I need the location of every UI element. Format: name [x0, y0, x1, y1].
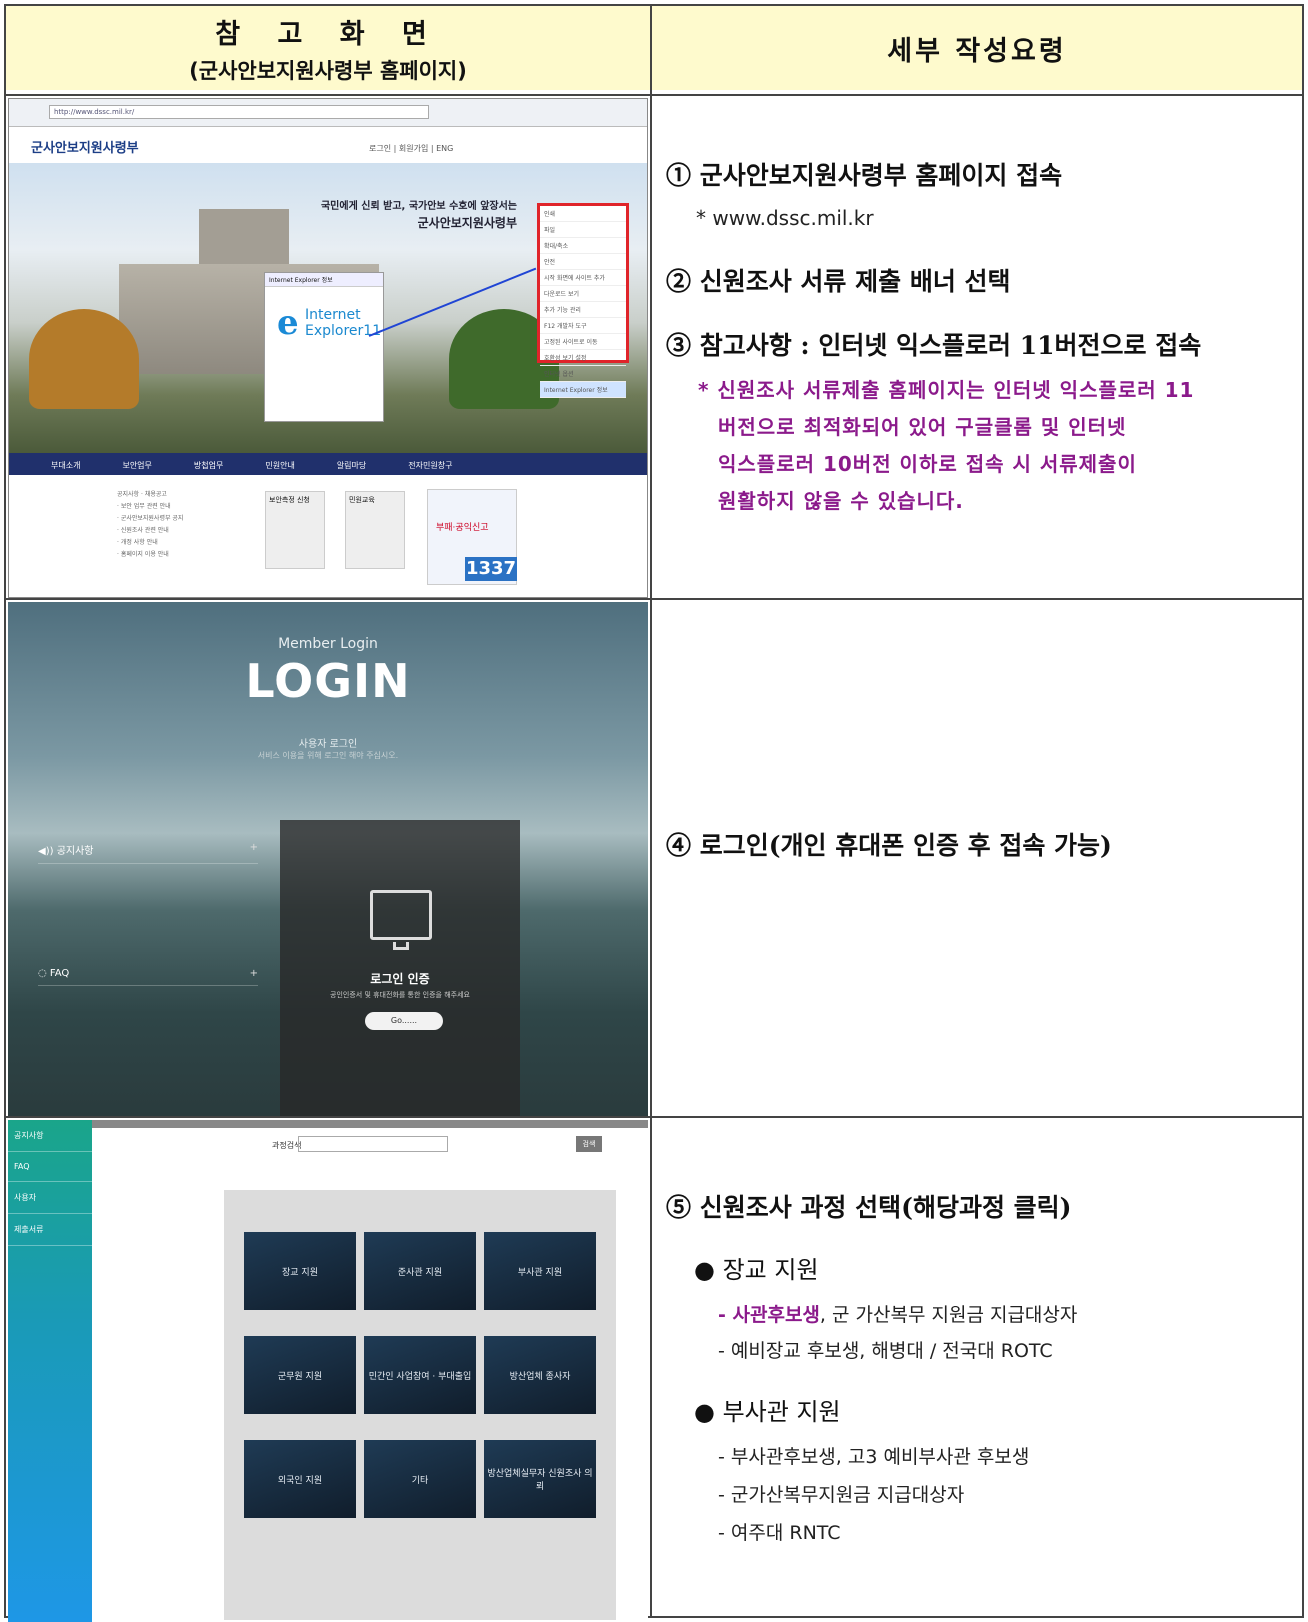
sidebar-item-user: 사용자 — [8, 1182, 92, 1214]
news-list: 공지사항 · 채용공고 · 보안 업무 관련 안내 · 군사안보지원사령부 공지 · … — [117, 491, 184, 558]
course-officer: 장교 지원 — [244, 1232, 356, 1310]
course-search-input — [298, 1136, 448, 1152]
ie-warning: * 신원조사 서류제출 홈페이지는 인터넷 익스플로러 11 버전으로 최적화되… — [698, 372, 1282, 520]
popup-titlebar: Internet Explorer 정보 — [265, 273, 383, 287]
header-right-cell: 세부 작성요령 — [652, 6, 1302, 90]
officer-line-1-rest: , 군 가산복무 지원금 지급대상자 — [819, 1304, 1078, 1326]
monitor-user-icon — [370, 890, 432, 940]
officer-line-1-highlight: 사관후보생 — [732, 1304, 820, 1326]
header-right-title: 세부 작성요령 — [887, 35, 1067, 67]
plus-icon: + — [249, 968, 258, 979]
warning-line-3: 익스플로러 10버전 이하로 접속 시 서류제출이 — [718, 452, 1137, 476]
faq-link: ◌ FAQ + — [38, 968, 258, 986]
step-5: ⑤ 신원조사 과정 선택(해당과정 클릭) — [666, 1193, 1072, 1222]
hotline-banner: 1337 — [465, 557, 517, 581]
table-header: 참 고 화 면 (군사안보지원사령부 홈페이지) 세부 작성요령 — [6, 6, 1302, 90]
login-auth-card: 로그인 인증 공인인증서 및 휴대전화를 통한 인증을 해주세요 Go.....… — [280, 820, 520, 1116]
header-left-title: 참 고 화 면 — [215, 19, 441, 50]
sidebar-item-docs: 제출서류 — [8, 1214, 92, 1246]
homepage-screenshot: http://www.dssc.mil.kr/ 군사안보지원사령부 로그인 | … — [8, 98, 648, 598]
login-screenshot: Member Login LOGIN 사용자 로그인 서비스 이용을 위해 로그… — [8, 602, 648, 1116]
chat-icon: ◌ — [38, 968, 47, 979]
main-nav: 부대소개 보안업무 방첩업무 민원안내 알림마당 전자민원창구 — [9, 453, 647, 475]
ie-version-popup: Internet Explorer 정보 e Internet Explorer… — [264, 272, 384, 422]
course-select-screenshot: 공지사항 FAQ 사용자 제출서류 과정검색 검색 장교 지원 준사관 지원 부… — [8, 1120, 648, 1622]
officer-line-1: - 사관후보생, 군 가산복무 지원금 지급대상자 — [718, 1300, 1077, 1327]
course-defense-practitioner: 방산업체실무자 신원조사 의뢰 — [484, 1440, 596, 1518]
hero-slogan: 국민에게 신뢰 받고, 국가안보 수호에 앞장서는 군사안보지원사령부 — [321, 199, 517, 231]
course-nco: 부사관 지원 — [484, 1232, 596, 1310]
warning-line-2: 버전으로 최적화되어 있어 구글클롬 및 인터넷 — [718, 415, 1127, 439]
course-search-button: 검색 — [576, 1136, 602, 1152]
column-divider — [650, 6, 652, 1616]
faq-label: FAQ — [49, 968, 70, 979]
ie-tools-menu-highlight: 인쇄 파일 확대/축소 안전 시작 화면에 사이트 추가 다운로드 보기 추가 기능 관리 F… — [537, 203, 629, 398]
go-button: Go...... — [365, 1012, 443, 1030]
course-defense-industry: 방산업체 종사자 — [484, 1336, 596, 1414]
login-auth-title: 로그인 인증 — [370, 972, 430, 986]
header-left-cell: 참 고 화 면 (군사안보지원사령부 홈페이지) — [6, 6, 650, 90]
officer-line-1-prefix: - — [718, 1304, 733, 1326]
nco-line-3: - 여주대 RNTC — [718, 1522, 841, 1544]
sidebar-item-notice: 공지사항 — [8, 1120, 92, 1152]
site-top-links: 로그인 | 회원가입 | ENG — [369, 144, 454, 153]
browser-toolbar: http://www.dssc.mil.kr/ — [9, 99, 647, 127]
hero-line-1: 국민에게 신뢰 받고, 국가안보 수호에 앞장서는 — [320, 201, 517, 212]
row-divider-1 — [6, 598, 1302, 600]
top-strip — [92, 1120, 648, 1128]
hero-line-2: 군사안보지원사령부 — [417, 216, 517, 230]
ie-name-1: Internet — [305, 307, 361, 323]
member-login-label: Member Login — [278, 636, 378, 652]
nco-group-title: ● 부사관 지원 — [694, 1398, 841, 1426]
warning-line-1: * 신원조사 서류제출 홈페이지는 인터넷 익스플로러 11 — [698, 378, 1195, 402]
user-login-desc: 서비스 이용을 위해 로그인 해야 주십시오. — [257, 751, 399, 760]
course-foreigner: 외국인 지원 — [244, 1440, 356, 1518]
quick-card-2: 민원교육 — [345, 491, 405, 569]
officer-group-title: ● 장교 지원 — [694, 1256, 819, 1284]
banner-text: 부패·공익신고 — [436, 523, 489, 533]
step-1-url: * www.dssc.mil.kr — [696, 206, 874, 230]
row-divider-2 — [6, 1116, 1302, 1118]
warning-line-4: 원활하지 않을 수 있습니다. — [718, 489, 964, 513]
trees-left — [29, 309, 139, 409]
instruction-table: 참 고 화 면 (군사안보지원사령부 홈페이지) 세부 작성요령 http://… — [4, 4, 1304, 1622]
course-sidebar: 공지사항 FAQ 사용자 제출서류 — [8, 1120, 92, 1622]
building-tower — [199, 209, 289, 269]
quick-card-1: 보안측정 신청 — [265, 491, 325, 569]
course-warrant: 준사관 지원 — [364, 1232, 476, 1310]
notice-link: ◀)) 공지사항 + — [38, 842, 258, 864]
course-other: 기타 — [364, 1440, 476, 1518]
monitor-stand-icon — [393, 942, 409, 950]
step-4: ④ 로그인(개인 휴대폰 인증 후 접속 가능) — [666, 831, 1112, 860]
speaker-icon: ◀)) — [38, 846, 54, 857]
nco-line-1: - 부사관후보생, 고3 예비부사관 후보생 — [718, 1446, 1030, 1468]
course-civilian-worker: 군무원 지원 — [244, 1336, 356, 1414]
course-panel: 장교 지원 준사관 지원 부사관 지원 군무원 지원 민간인 사업참여 · 부대… — [224, 1190, 616, 1620]
user-login-label: 사용자 로그인 — [298, 739, 358, 750]
header-divider — [6, 92, 1302, 96]
notice-label: 공지사항 — [56, 846, 94, 857]
nco-line-2: - 군가산복무지원금 지급대상자 — [718, 1484, 965, 1506]
login-auth-desc: 공인인증서 및 휴대전화를 통한 인증을 해주세요 — [330, 991, 470, 999]
header-left-subtitle: (군사안보지원사령부 홈페이지) — [189, 59, 467, 83]
step-1: ① 군사안보지원사령부 홈페이지 접속 — [666, 161, 1063, 190]
step-3: ③ 참고사항 : 인터넷 익스플로러 11버전으로 접속 — [666, 331, 1202, 360]
plus-icon: + — [249, 842, 258, 853]
ie-logo-icon: e — [277, 303, 299, 343]
address-bar: http://www.dssc.mil.kr/ — [49, 105, 429, 119]
sidebar-item-faq: FAQ — [8, 1152, 92, 1182]
step-2: ② 신원조사 서류 제출 배너 선택 — [666, 267, 1011, 296]
site-logo: 군사안보지원사령부 — [31, 141, 139, 156]
course-civilian-access: 민간인 사업참여 · 부대출입 — [364, 1336, 476, 1414]
login-heading: LOGIN — [245, 654, 411, 708]
officer-line-2: - 예비장교 후보생, 해병대 / 전국대 ROTC — [718, 1340, 1053, 1362]
